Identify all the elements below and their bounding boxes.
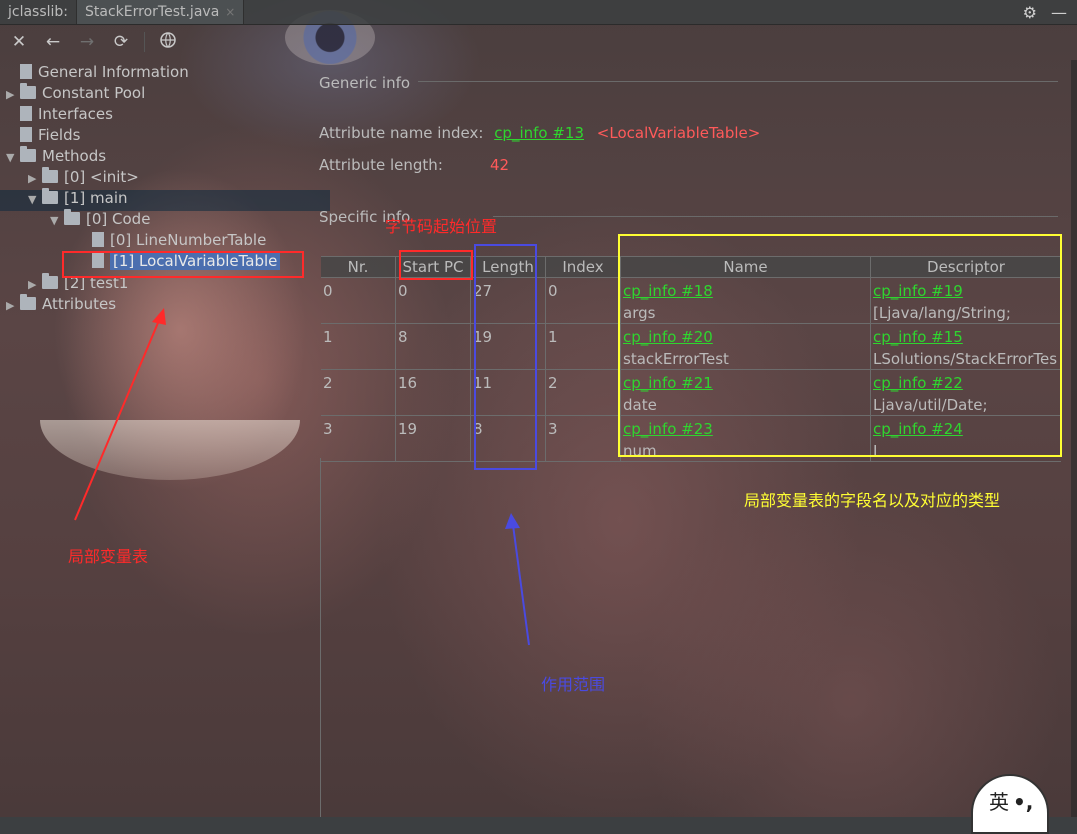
annotation-local-var-table: 局部变量表: [68, 547, 149, 566]
table-left-border: [320, 458, 321, 817]
tab-label: jclasslib:: [8, 4, 69, 20]
ime-label: 英: [989, 790, 1009, 814]
back-icon[interactable]: ←: [42, 32, 64, 52]
cell-index: 1: [548, 328, 558, 346]
tree-item-label: [0] LineNumberTable: [110, 231, 267, 249]
cell-index: 0: [548, 282, 558, 300]
scrollbar[interactable]: [1071, 60, 1077, 817]
tab-bar: jclasslib: StackErrorTest.java × ⚙ —: [0, 0, 1077, 25]
tree-item-attributes[interactable]: ▶ Attributes: [6, 294, 116, 315]
cell-nr: 2: [323, 374, 333, 392]
divider: [493, 216, 1058, 217]
folder-icon: [42, 167, 58, 183]
annotation-field-types: 局部变量表的字段名以及对应的类型: [744, 491, 1001, 510]
file-icon: [92, 232, 104, 247]
tab-jclasslib[interactable]: jclasslib:: [0, 0, 78, 24]
column-header-nr[interactable]: Nr.: [321, 257, 396, 277]
tree-item-general-information[interactable]: General Information: [6, 62, 189, 83]
cell-start-pc: 19: [398, 420, 418, 438]
cell-start-pc: 0: [398, 282, 408, 300]
annotation-box-start-pc: [399, 250, 473, 280]
attribute-name-row: Attribute name index: cp_info #13 <Local…: [319, 124, 760, 142]
gear-icon[interactable]: ⚙: [1023, 3, 1037, 22]
collapse-arrow-icon[interactable]: ▼: [50, 210, 64, 231]
tree-item-label: Methods: [42, 147, 107, 165]
cell-nr: 1: [323, 328, 333, 346]
cell-index: 3: [548, 420, 558, 438]
expand-arrow-icon[interactable]: ▶: [28, 168, 42, 189]
folder-icon: [20, 294, 36, 310]
annotation-scope: 作用范围: [541, 675, 606, 694]
tree-item-constant-pool[interactable]: ▶ Constant Pool: [6, 83, 145, 104]
collapse-arrow-icon[interactable]: ▼: [6, 147, 20, 168]
refresh-icon[interactable]: ⟳: [110, 32, 132, 52]
tree-item-init[interactable]: ▶ [0] <init>: [28, 167, 139, 188]
file-icon: [20, 106, 32, 121]
close-icon[interactable]: ✕: [8, 32, 30, 52]
folder-icon: [42, 273, 58, 289]
cell-start-pc: 16: [398, 374, 418, 392]
tree-item-label: [0] Code: [86, 210, 151, 228]
expand-arrow-icon[interactable]: ▶: [6, 84, 20, 105]
column-header-index[interactable]: Index: [546, 257, 621, 277]
attribute-length-label: Attribute length:: [319, 156, 443, 174]
cell-nr: 0: [323, 282, 333, 300]
expand-arrow-icon[interactable]: ▶: [6, 295, 20, 316]
tree-item-label: Fields: [38, 126, 81, 144]
tree-item-main[interactable]: ▼ [1] main: [28, 188, 128, 209]
attribute-length-value: 42: [490, 156, 510, 174]
tab-stackerrortest[interactable]: StackErrorTest.java ×: [77, 0, 245, 24]
tab-label: StackErrorTest.java: [85, 4, 220, 20]
file-icon: [20, 64, 32, 79]
toolbar: ✕ ← → ⟳: [0, 26, 330, 58]
tree-item-label: Attributes: [42, 295, 117, 313]
forward-icon[interactable]: →: [76, 32, 98, 52]
minimize-icon[interactable]: —: [1051, 3, 1067, 22]
web-icon[interactable]: [157, 31, 179, 53]
annotation-bytecode-start: 字节码起始位置: [385, 217, 498, 236]
attribute-length-row: Attribute length: 42: [319, 156, 509, 174]
folder-icon: [64, 209, 80, 225]
file-icon: [20, 127, 32, 142]
tree-item-fields[interactable]: Fields: [6, 125, 80, 146]
cell-index: 2: [548, 374, 558, 392]
attribute-name-label: Attribute name index:: [319, 124, 484, 142]
folder-icon: [20, 146, 36, 162]
tree-item-label: [0] <init>: [64, 168, 139, 186]
divider: [418, 81, 1058, 82]
attribute-name-link[interactable]: cp_info #13: [494, 124, 584, 142]
toolbar-separator: [144, 32, 145, 52]
ime-punctuation-icon: •,: [1013, 790, 1034, 814]
expand-arrow-icon[interactable]: ▶: [28, 274, 42, 295]
cell-start-pc: 8: [398, 328, 408, 346]
wallpaper-smile: [40, 420, 300, 480]
tree-item-label: General Information: [38, 63, 189, 81]
attribute-name-value: <LocalVariableTable>: [596, 124, 761, 142]
tree-item-label: Constant Pool: [42, 84, 146, 102]
close-tab-icon[interactable]: ×: [225, 5, 235, 19]
tree-item-methods[interactable]: ▼ Methods: [6, 146, 106, 167]
collapse-arrow-icon[interactable]: ▼: [28, 189, 42, 210]
folder-icon: [20, 83, 36, 99]
folder-icon: [42, 188, 58, 204]
cell-nr: 3: [323, 420, 333, 438]
tree-item-code[interactable]: ▼ [0] Code: [50, 209, 150, 230]
generic-info-title: Generic info: [319, 74, 411, 92]
annotation-box-name-descriptor: [618, 234, 1062, 457]
tree-item-label: Interfaces: [38, 105, 113, 123]
tree-item-line-number-table[interactable]: [0] LineNumberTable: [78, 230, 266, 251]
annotation-box-tree-item: [62, 251, 304, 278]
tree-item-interfaces[interactable]: Interfaces: [6, 104, 113, 125]
tree-item-label: [1] main: [64, 189, 128, 207]
annotation-box-length: [474, 244, 537, 470]
